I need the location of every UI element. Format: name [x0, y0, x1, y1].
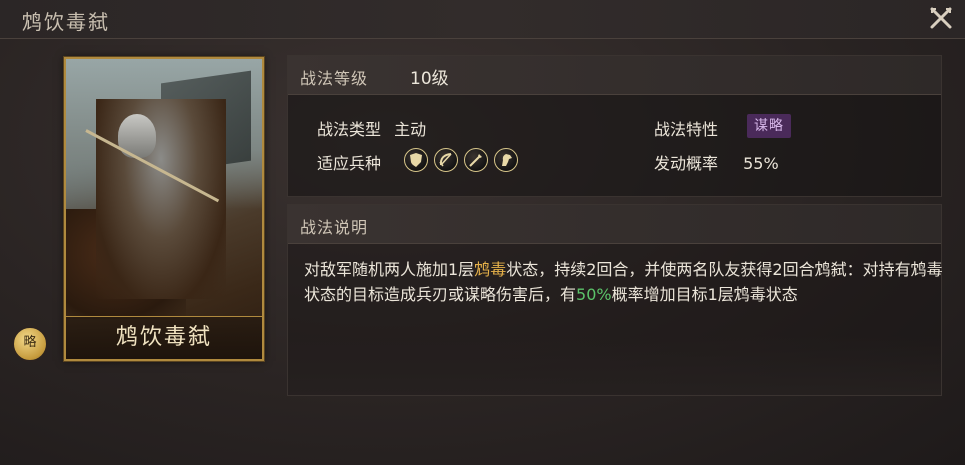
skill-level-header: 战法等级 10级 [288, 56, 941, 95]
desc-part-1: 对敌军随机两人施加1层 [304, 260, 475, 279]
troop-type-row: 适应兵种 [317, 150, 381, 174]
spear-icon[interactable] [464, 148, 488, 172]
bow-icon[interactable] [434, 148, 458, 172]
skill-description-panel: 战法说明 对敌军随机两人施加1层鸩毒状态，持续2回合，并使两名队友获得2回合鸩弑… [287, 204, 944, 396]
skill-trait-row: 战法特性 [654, 116, 718, 140]
horse-icon[interactable] [494, 148, 518, 172]
shield-icon[interactable] [404, 148, 428, 172]
skill-level-label: 战法等级 [300, 69, 369, 88]
card-name: 鸩饮毒弑 [66, 316, 262, 359]
title-bar: 鸩饮毒弑 [0, 0, 965, 39]
trigger-rate-value: 55% [743, 154, 779, 173]
panel-fade [288, 335, 941, 395]
skill-type-value: 主动 [394, 120, 427, 139]
skill-type-label: 战法类型 [317, 120, 382, 139]
skill-type-row: 战法类型 主动 [317, 116, 426, 140]
close-button[interactable] [927, 4, 955, 32]
desc-chance-value: 50% [576, 285, 612, 304]
skill-card: 鸩饮毒弑 [64, 57, 264, 361]
skill-level-value: 10级 [410, 69, 449, 89]
skill-info-panel: 战法等级 10级 战法类型 主动 适应兵种 战法特性 谋略 发动概率 55% [287, 55, 942, 197]
description-header-label: 战法说明 [300, 218, 369, 237]
desc-poison-keyword: 鸩毒 [474, 260, 507, 279]
close-icon [930, 7, 952, 29]
desc-part-3: 概率增加目标1层鸩毒状态 [611, 285, 798, 304]
trigger-rate-label: 发动概率 [654, 154, 719, 173]
window-title: 鸩饮毒弑 [22, 10, 110, 34]
skill-description-text: 对敌军随机两人施加1层鸩毒状态，持续2回合，并使两名队友获得2回合鸩弑：对持有鸩… [304, 257, 944, 307]
card-art-rider [96, 99, 226, 299]
description-header: 战法说明 [288, 205, 941, 244]
skill-trait-tag: 谋略 [747, 114, 791, 138]
skill-type-badge[interactable]: 略 [12, 326, 48, 362]
trigger-rate-row: 发动概率 55% [654, 150, 779, 174]
troop-type-label: 适应兵种 [317, 154, 382, 173]
skill-trait-label: 战法特性 [654, 120, 719, 139]
